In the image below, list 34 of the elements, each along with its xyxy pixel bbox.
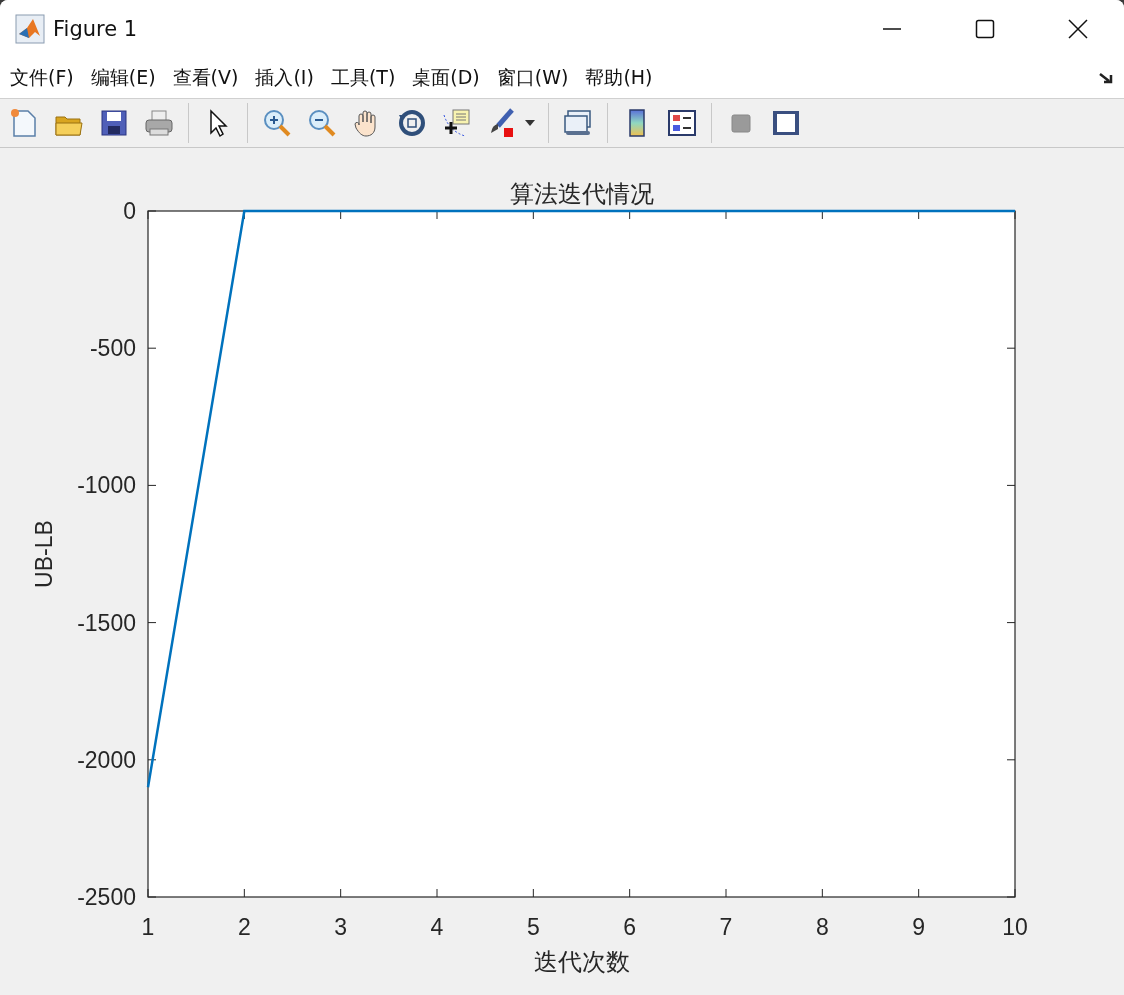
x-tick-label: 8 bbox=[815, 914, 829, 940]
app-icon bbox=[15, 14, 45, 44]
x-tick-label: 2 bbox=[237, 914, 251, 940]
undock-arrow-icon[interactable] bbox=[1098, 71, 1114, 86]
x-axis-label: 迭代次数 bbox=[533, 948, 630, 976]
maximize-icon bbox=[974, 19, 995, 39]
y-tick-label: -2500 bbox=[77, 884, 136, 910]
x-tick-label: 6 bbox=[623, 914, 637, 940]
minimize-icon bbox=[881, 28, 902, 30]
menu-item[interactable]: 帮助(H) bbox=[585, 65, 653, 92]
chart-title: 算法迭代情况 bbox=[509, 180, 654, 208]
y-tick-label: -1500 bbox=[77, 609, 136, 636]
y-tick-label: -2000 bbox=[77, 746, 136, 773]
y-axis-label: UB-LB bbox=[31, 520, 57, 588]
y-tick-label: -500 bbox=[89, 335, 136, 362]
close-icon bbox=[1067, 19, 1088, 39]
y-tick-label: 0 bbox=[123, 198, 136, 224]
x-tick-label: 1 bbox=[141, 914, 155, 940]
x-tick-label: 5 bbox=[526, 914, 540, 940]
menu-item[interactable]: 查看(V) bbox=[172, 65, 239, 92]
y-tick-label: -1000 bbox=[77, 472, 136, 499]
x-tick-label: 9 bbox=[912, 914, 926, 940]
x-tick-label: 4 bbox=[430, 914, 444, 940]
x-tick-label: 3 bbox=[334, 914, 348, 940]
menu-item[interactable]: 窗口(W) bbox=[496, 65, 569, 92]
menu-item[interactable]: 工具(T) bbox=[330, 65, 396, 92]
x-tick-label: 7 bbox=[719, 914, 733, 940]
dropdown-caret-icon[interactable] bbox=[525, 120, 535, 127]
menu-item[interactable]: 桌面(D) bbox=[412, 65, 480, 92]
menu-item[interactable]: 文件(F) bbox=[10, 65, 74, 92]
window-title: Figure 1 bbox=[53, 17, 138, 41]
x-tick-label: 10 bbox=[1002, 914, 1028, 940]
menu-item[interactable]: 插入(I) bbox=[255, 65, 314, 92]
menu-item[interactable]: 编辑(E) bbox=[90, 65, 156, 92]
